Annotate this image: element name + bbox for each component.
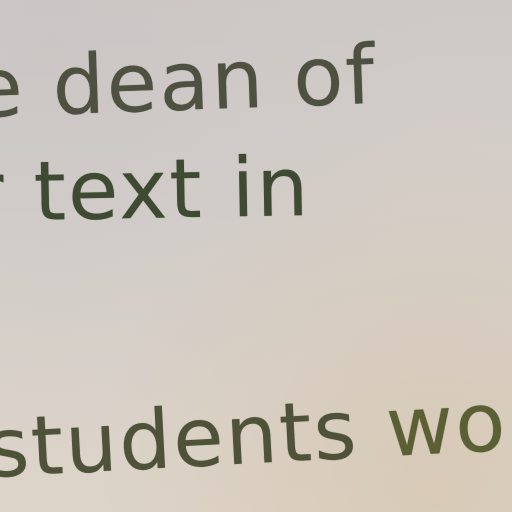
handwriting-word-would: would — [383, 367, 512, 477]
handwriting-line-3: students would — [0, 368, 512, 497]
handwriting-word-students: students — [0, 382, 361, 498]
handwriting-line-2: r text in — [0, 140, 312, 241]
handwritten-note-photo: e dean of r text in students would — [0, 0, 512, 512]
handwriting-line-1: e dean of — [0, 27, 378, 138]
